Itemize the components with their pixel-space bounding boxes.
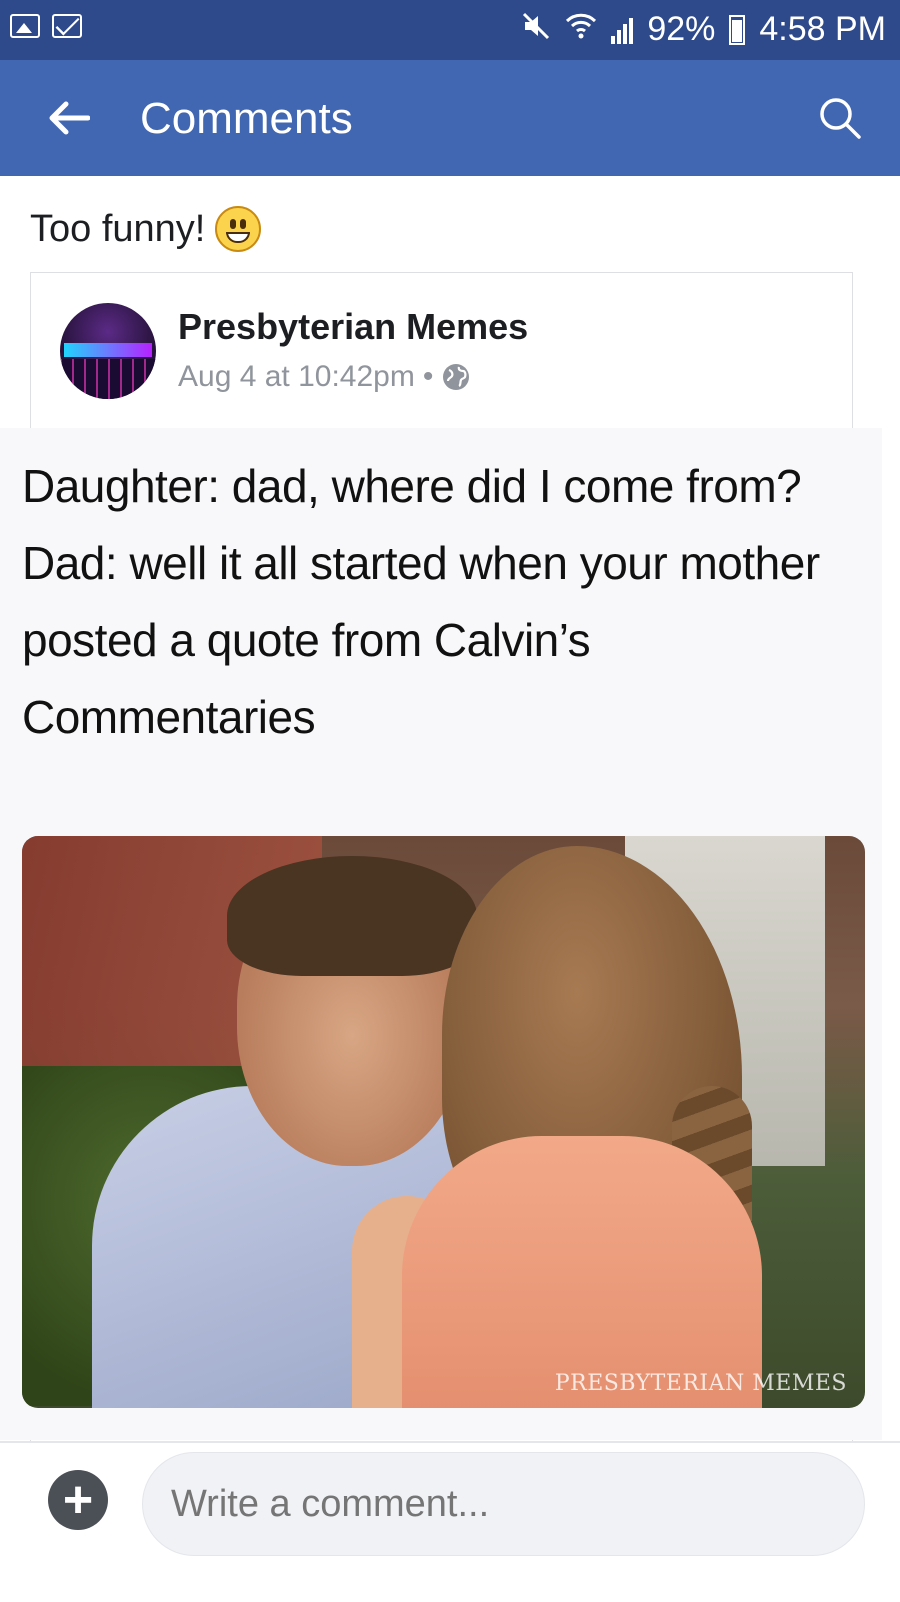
- mute-icon: [521, 11, 551, 48]
- status-bar: 92% 4:58 PM: [0, 0, 900, 60]
- search-icon[interactable]: [818, 96, 862, 140]
- battery-icon: [729, 14, 746, 45]
- photo-watermark: PRESBYTERIAN MEMES: [554, 1371, 847, 1396]
- meme-line-daughter: Daughter: dad, where did I come from?: [22, 460, 802, 512]
- comment-input[interactable]: [142, 1452, 865, 1556]
- signal-strength-icon: [611, 16, 634, 44]
- clock: 4:58 PM: [759, 10, 886, 48]
- grinning-face-emoji-icon: [215, 206, 262, 252]
- post-meta: Aug 4 at 10:42pm •: [178, 360, 471, 394]
- email-notification-icon: [52, 14, 82, 38]
- page-avatar[interactable]: [60, 303, 156, 399]
- meme-photo: PRESBYTERIAN MEMES: [22, 836, 865, 1408]
- post-author[interactable]: Presbyterian Memes: [178, 306, 528, 348]
- meme-caption: Daughter: dad, where did I come from? Da…: [22, 448, 862, 756]
- gallery-notification-icon: [10, 14, 40, 38]
- post-timestamp[interactable]: Aug 4 at 10:42pm: [178, 360, 415, 394]
- battery-percent: 92%: [647, 10, 716, 48]
- page-title: Comments: [140, 94, 353, 143]
- app-bar: Comments: [0, 60, 900, 176]
- add-attachment-button[interactable]: +: [48, 1470, 108, 1530]
- wifi-icon: [565, 10, 597, 49]
- meta-separator: •: [422, 360, 434, 393]
- back-arrow-icon[interactable]: [48, 100, 90, 136]
- globe-icon: [443, 364, 470, 390]
- comment-body: Too funny!: [30, 206, 262, 252]
- meme-line-dad: Dad: well it all started when your mothe…: [22, 537, 820, 743]
- comment-text: Too funny!: [30, 207, 206, 250]
